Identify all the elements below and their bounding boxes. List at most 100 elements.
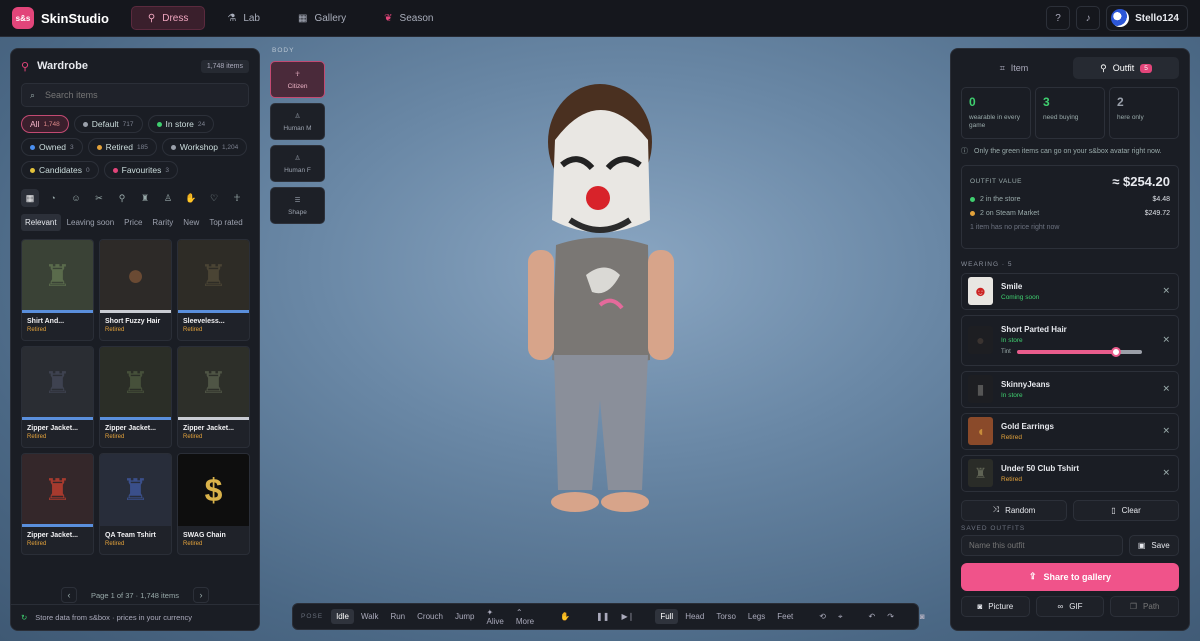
filter-all[interactable]: All 1,748	[21, 115, 69, 133]
filter-favourites[interactable]: Favourites 3	[103, 161, 178, 179]
stat-desc: here only	[1117, 114, 1144, 121]
random-button[interactable]: ⤨ Random	[961, 499, 1067, 521]
owned-bar	[100, 417, 171, 420]
pose-alive[interactable]: ✦ Alive	[482, 605, 509, 629]
filter-in-store[interactable]: In store 24	[147, 115, 215, 133]
filter-owned[interactable]: Owned 3	[21, 138, 83, 156]
hair-icon[interactable]: ✂	[90, 189, 108, 207]
save-label: Save	[1151, 540, 1170, 550]
tshirt-thumbnail: ♜	[968, 459, 993, 488]
item-card[interactable]: ♜ Zipper Jacket... Retired	[177, 346, 250, 448]
hair-thumbnail: ●	[968, 326, 993, 355]
pose-jump[interactable]: Jump	[450, 609, 480, 624]
view-feet[interactable]: Feet	[772, 609, 798, 624]
body-human-m[interactable]: ♙ Human M	[270, 103, 325, 140]
sort-top-rated[interactable]: Top rated	[205, 214, 246, 231]
focus-icon[interactable]: ⌖	[833, 609, 848, 625]
filter-workshop[interactable]: Workshop 1,204	[161, 138, 248, 156]
remove-icon[interactable]: ✕	[1162, 468, 1170, 479]
pose-walk[interactable]: Walk	[356, 609, 383, 624]
item-card[interactable]: ♜ Sleeveless... Retired	[177, 239, 250, 341]
pose-idle[interactable]: Idle	[331, 609, 354, 624]
item-card[interactable]: $ SWAG Chain Retired	[177, 453, 250, 555]
body-human-f[interactable]: ♙ Human F	[270, 145, 325, 182]
remove-icon[interactable]: ✕	[1162, 286, 1170, 297]
clear-button[interactable]: ▯ Clear	[1073, 499, 1179, 521]
picture-button[interactable]: ◙ Picture	[961, 595, 1030, 617]
prev-page-button[interactable]: ‹	[61, 587, 77, 603]
camera-icon[interactable]: ◙	[915, 609, 930, 624]
shirt-icon[interactable]: ♜	[136, 189, 154, 207]
sort-relevant[interactable]: Relevant	[21, 214, 61, 231]
help-icon[interactable]: ?	[1046, 6, 1071, 30]
pose-run[interactable]: Run	[385, 609, 410, 624]
head-icon[interactable]: ◔	[44, 189, 62, 207]
search-field[interactable]: ⌕	[21, 83, 249, 107]
tint-slider-handle[interactable]	[1110, 347, 1121, 358]
remove-icon[interactable]: ✕	[1162, 384, 1170, 395]
remove-icon[interactable]: ✕	[1162, 426, 1170, 437]
avatar-figure[interactable]	[500, 70, 700, 540]
filter-retired[interactable]: Retired 185	[87, 138, 157, 156]
accessory-icon[interactable]: ♡	[205, 189, 223, 207]
nav-dress[interactable]: ⚲ Dress	[130, 6, 206, 30]
bell-icon[interactable]: ♪	[1076, 6, 1101, 30]
save-button[interactable]: ▣ Save	[1128, 534, 1179, 556]
chip-count: 3	[165, 166, 169, 174]
filter-default[interactable]: Default 717	[73, 115, 143, 133]
all-categories-icon[interactable]: ▦	[21, 189, 39, 207]
item-card[interactable]: ♜ Shirt And... Retired	[21, 239, 94, 341]
view-full[interactable]: Full	[655, 609, 679, 624]
sort-leaving-soon[interactable]: Leaving soon	[63, 214, 119, 231]
body-citizen[interactable]: ☥ Citizen	[270, 61, 325, 98]
body-icon[interactable]: ♙	[159, 189, 177, 207]
hand-icon[interactable]: ✋	[555, 609, 575, 624]
sort-rarity[interactable]: Rarity	[148, 214, 177, 231]
rotate-icon[interactable]: ⟲	[814, 609, 831, 624]
sort-price[interactable]: Price	[120, 214, 146, 231]
pause-icon[interactable]: ❚❚	[591, 609, 614, 624]
gif-button[interactable]: ∞ GIF	[1035, 595, 1105, 617]
pose-crouch[interactable]: Crouch	[412, 609, 448, 624]
view-head[interactable]: Head	[680, 609, 709, 624]
view-legs[interactable]: Legs	[743, 609, 770, 624]
pose-more[interactable]: ⌃ More	[511, 605, 539, 629]
tab-outfit[interactable]: ⚲ Outfit 5	[1073, 57, 1179, 79]
user-menu[interactable]: Stello124	[1106, 5, 1188, 31]
item-card[interactable]: ♜ QA Team Tshirt Retired	[99, 453, 172, 555]
next-page-button[interactable]: ›	[192, 587, 209, 603]
wearing-item[interactable]: ◖ Gold Earrings Retired ✕	[961, 412, 1179, 450]
item-status: Retired	[27, 327, 47, 333]
item-card[interactable]: ♜ Zipper Jacket... Retired	[21, 453, 94, 555]
path-button[interactable]: ❐ Path	[1110, 595, 1180, 617]
figure-icon[interactable]: ☥	[228, 189, 246, 207]
redo-icon[interactable]: ↷	[882, 609, 899, 624]
face-icon[interactable]: ☺	[67, 189, 85, 207]
filter-candidates[interactable]: Candidates 0	[21, 161, 99, 179]
view-torso[interactable]: Torso	[711, 609, 741, 624]
tab-item[interactable]: ⌗ Item	[961, 57, 1067, 79]
item-card[interactable]: ● Short Fuzzy Hair Retired	[99, 239, 172, 341]
step-forward-icon[interactable]: ▶❘	[616, 609, 639, 624]
outfit-name-input[interactable]	[969, 540, 1115, 550]
item-card[interactable]: ♜ Zipper Jacket... Retired	[21, 346, 94, 448]
nav-season[interactable]: ❦ Season	[368, 6, 449, 30]
remove-icon[interactable]: ✕	[1162, 335, 1170, 346]
nav-lab[interactable]: ⚗ Lab	[211, 6, 276, 30]
item-card[interactable]: ♜ Zipper Jacket... Retired	[99, 346, 172, 448]
nav-gallery[interactable]: ▦ Gallery	[282, 6, 362, 30]
body-shape[interactable]: ☰ Shape	[270, 187, 325, 224]
wearing-item[interactable]: ▮ SkinnyJeans In store ✕	[961, 370, 1179, 408]
wearing-item[interactable]: ● Short Parted Hair In store Tint ✕	[961, 314, 1179, 366]
wearing-item[interactable]: ☻ Smile Coming soon ✕	[961, 272, 1179, 310]
tint-slider[interactable]	[1016, 347, 1142, 358]
undo-icon[interactable]: ↶	[863, 609, 880, 624]
share-to-gallery-button[interactable]: ⇪ Share to gallery	[961, 562, 1179, 591]
hanger-icon[interactable]: ⚲	[113, 189, 131, 207]
refresh-icon: ↻	[21, 613, 28, 622]
search-input[interactable]	[45, 90, 226, 100]
sort-new[interactable]: New	[179, 214, 203, 231]
item-status: Retired	[183, 327, 203, 333]
hand-icon[interactable]: ✋	[182, 189, 200, 207]
wearing-item[interactable]: ♜ Under 50 Club Tshirt Retired ✕	[961, 454, 1179, 492]
